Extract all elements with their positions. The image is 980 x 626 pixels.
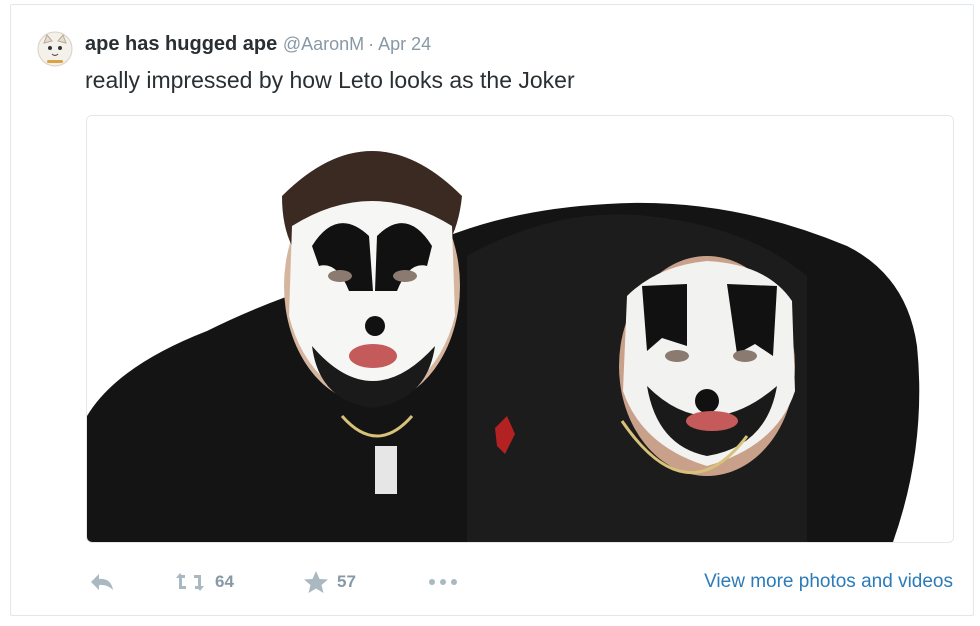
view-more-link[interactable]: View more photos and videos	[704, 567, 953, 597]
tweet-date[interactable]: Apr 24	[378, 34, 431, 54]
tweet-actions: 64 57 View more photos and videos	[85, 567, 959, 597]
retweet-icon	[176, 573, 204, 591]
user-handle[interactable]: @AaronM	[283, 34, 364, 54]
avatar-cat-icon	[37, 31, 73, 67]
display-name[interactable]: ape has hugged ape	[85, 33, 277, 55]
tweet-text: really impressed by how Leto looks as th…	[85, 67, 575, 93]
retweet-count: 64	[215, 572, 234, 591]
more-button[interactable]	[427, 567, 459, 597]
retweet-button[interactable]: 64	[173, 567, 234, 597]
tweet-media[interactable]	[86, 115, 954, 543]
reply-button[interactable]	[89, 567, 115, 597]
more-dots-icon	[429, 579, 457, 585]
tweet-card[interactable]: ape has hugged ape @AaronM · Apr 24 really…	[10, 4, 974, 616]
favorite-count: 57	[337, 572, 356, 591]
reply-icon	[91, 574, 113, 590]
avatar[interactable]	[37, 31, 73, 67]
media-photo	[87, 116, 953, 542]
favorite-button[interactable]: 57	[303, 567, 356, 597]
tweet-header: ape has hugged ape @AaronM · Apr 24	[85, 31, 431, 57]
header-separator: ·	[368, 34, 375, 54]
star-icon	[304, 571, 328, 593]
